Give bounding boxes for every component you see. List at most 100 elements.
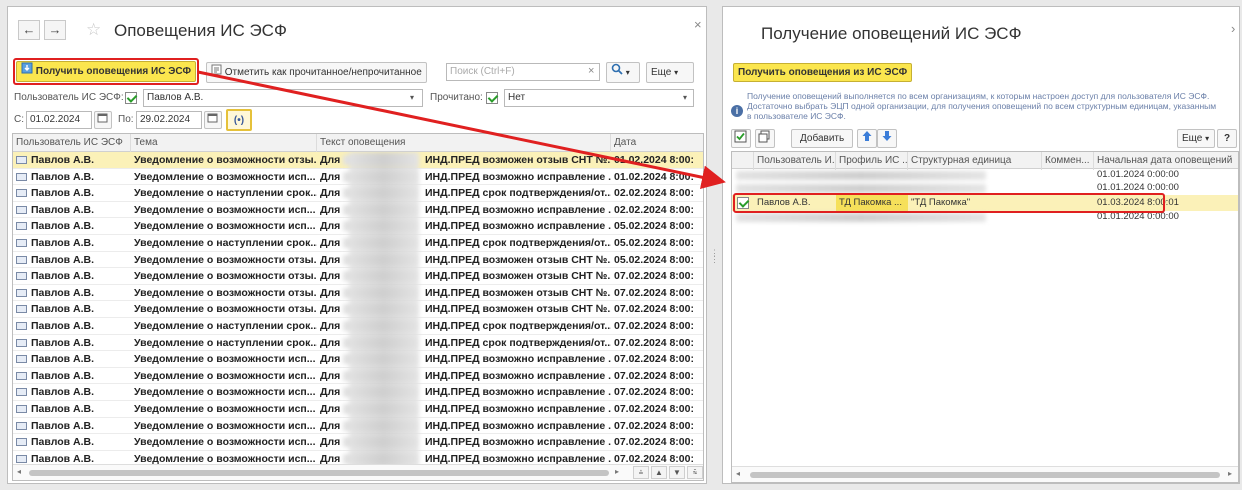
cell-text: ИНД.ПРЕД срок подтверждения/от... — [425, 320, 611, 332]
column-header-text[interactable]: Текст оповещения — [317, 134, 611, 152]
cell-topic: Уведомление о возможности отзы... — [134, 303, 317, 316]
cell-topic: Уведомление о возможности исп... — [134, 220, 316, 233]
cell-date: 07.02.2024 8:00: — [614, 452, 694, 464]
column-header-topic[interactable]: Тема — [131, 134, 317, 152]
table-row[interactable]: Павлов А.В. ТД Пакомка ... "ТД Пакомка" 01.… — [732, 195, 1238, 211]
column-header-user[interactable]: Пользователь ИС ЭСФ — [13, 134, 131, 152]
cell-user: Павлов А.В. — [757, 197, 811, 208]
panel-splitter[interactable]: ⋮ ⋮ — [710, 249, 719, 270]
date-from-calendar-button[interactable] — [94, 111, 112, 129]
left-title-bar: ← → ☆ Оповещения ИС ЭСФ × — [8, 7, 706, 53]
cell-text: ИНД.ПРЕД возможно исправление ... — [425, 353, 611, 366]
cell-user: Павлов А.В. — [31, 353, 95, 366]
cell-text: ИНД.ПРЕД возможно исправление ... — [425, 170, 611, 183]
cell-user: Павлов А.В. — [31, 369, 95, 382]
expand-icon[interactable]: › — [1231, 21, 1235, 36]
chevron-down-icon[interactable]: ▾ — [410, 89, 414, 107]
column-header-profile[interactable]: Профиль ИС ... — [836, 152, 908, 170]
column-header-start-date[interactable]: Начальная дата оповещений — [1094, 152, 1238, 170]
cell-date: 05.02.2024 8:00: — [614, 253, 694, 266]
column-header-date[interactable]: Дата — [611, 134, 703, 152]
filter-user-checkbox[interactable] — [125, 92, 137, 104]
arrow-left-icon: ← — [22, 22, 36, 37]
arrow-down-icon — [881, 131, 893, 145]
scroll-left-icon[interactable]: ◂ — [736, 469, 740, 478]
close-icon[interactable]: × — [694, 17, 702, 32]
cell-user: Павлов А.В. — [31, 154, 95, 166]
search-button[interactable]: ▾ — [606, 62, 640, 83]
cell-topic: Уведомление о возможности исп... — [134, 203, 316, 216]
scroll-up-icon[interactable]: ▲ — [651, 466, 667, 479]
cell-date: 05.02.2024 8:00: — [614, 220, 694, 233]
row-checkbox[interactable] — [737, 197, 749, 209]
envelope-icon — [16, 355, 27, 364]
envelope-icon — [16, 272, 27, 281]
cell-text: ИНД.ПРЕД возможен отзыв СНТ №... — [425, 253, 611, 266]
arrow-right-icon: → — [48, 22, 62, 37]
cell-text: ИНД.ПРЕД возможен отзыв СНТ №... — [425, 286, 611, 299]
cell-text: ИНД.ПРЕД возможно исправление ... — [425, 419, 611, 432]
scroll-down-icon[interactable]: ▼ — [669, 466, 685, 479]
date-from-field[interactable]: 01.02.2024 — [26, 111, 92, 129]
mark-read-button[interactable]: Отметить как прочитанное/непрочитанное — [206, 62, 427, 83]
scroll-top-icon[interactable]: ⩮ — [633, 466, 649, 479]
cell-user: Павлов А.В. — [31, 403, 95, 415]
cell-text: ИНД.ПРЕД срок подтверждения/от... — [425, 336, 611, 349]
filter-read-label: Прочитано: — [430, 92, 483, 103]
cell-date: 07.02.2024 8:00: — [614, 286, 694, 299]
download-icon — [21, 62, 33, 81]
copy-button[interactable] — [755, 129, 775, 148]
more-button[interactable]: Еще ▾ — [646, 62, 694, 83]
help-button[interactable]: ? — [1217, 129, 1237, 148]
filter-read-field[interactable]: Нет — [504, 89, 694, 107]
scroll-right-icon[interactable]: ▸ — [615, 467, 619, 476]
get-notifications-from-esf-button[interactable]: Получить оповещения из ИС ЭСФ — [733, 63, 913, 82]
period-button[interactable]: (•) — [226, 109, 252, 131]
add-button[interactable]: Добавить — [791, 129, 854, 148]
search-clear-icon[interactable]: × — [588, 65, 594, 77]
blurred-text — [736, 213, 986, 222]
move-up-button[interactable] — [857, 129, 877, 148]
search-input[interactable]: Поиск (Ctrl+F) — [446, 63, 600, 81]
move-down-button[interactable] — [877, 129, 897, 148]
cell-topic: Уведомление о наступлении срок... — [134, 187, 317, 200]
scroll-left-icon[interactable]: ◂ — [17, 467, 21, 476]
select-all-button[interactable] — [731, 129, 751, 148]
horizontal-scrollbar[interactable]: ◂ ▸ ⩮ ▲ ▼ ⩯ — [13, 464, 703, 480]
cell-text: ИНД.ПРЕД возможно исправление ... — [425, 369, 611, 382]
calendar-icon — [207, 113, 218, 126]
cell-user: Павлов А.В. — [31, 336, 95, 349]
users-horizontal-scrollbar[interactable]: ◂ ▸ — [732, 466, 1238, 482]
scrollbar-thumb[interactable] — [750, 472, 1220, 478]
table-row[interactable]: 01.01.2024 0:00:00 — [732, 211, 1238, 224]
table-row[interactable]: 01.01.2024 0:00:00 — [732, 169, 1238, 182]
cell-topic: Уведомление о возможности отзы... — [134, 253, 317, 266]
get-notifications-button[interactable]: Получить оповещения ИС ЭСФ — [16, 61, 197, 82]
date-to-calendar-button[interactable] — [204, 111, 222, 129]
cell-date: 07.02.2024 8:00: — [614, 436, 694, 449]
scroll-right-icon[interactable]: ▸ — [1228, 469, 1232, 478]
cell-date: 07.02.2024 8:00: — [614, 403, 694, 415]
column-header-comment[interactable]: Коммен... — [1042, 152, 1094, 170]
cell-text: ИНД.ПРЕД возможен отзыв СНТ №... — [425, 270, 611, 283]
scrollbar-thumb[interactable] — [29, 470, 609, 476]
back-button[interactable]: ← — [18, 20, 40, 40]
cell-user: Павлов А.В. — [31, 220, 95, 233]
right-more-button[interactable]: Еще ▾ — [1177, 129, 1215, 148]
table-row[interactable]: 01.01.2024 0:00:00 — [732, 182, 1238, 195]
cell-topic: Уведомление о возможности отзы... — [134, 270, 317, 283]
scroll-bottom-icon[interactable]: ⩯ — [687, 466, 703, 479]
cell-topic: Уведомление о возможности отзы... — [134, 286, 317, 299]
forward-button[interactable]: → — [44, 20, 66, 40]
date-to-field[interactable]: 29.02.2024 — [136, 111, 202, 129]
cell-date: 07.02.2024 8:00: — [614, 320, 694, 332]
favorite-star-icon[interactable]: ☆ — [86, 20, 101, 40]
column-header-user[interactable]: Пользователь И... — [754, 152, 836, 170]
filter-user-field[interactable]: Павлов А.В. — [143, 89, 423, 107]
envelope-icon — [16, 454, 27, 463]
chevron-down-icon[interactable]: ▾ — [683, 89, 687, 107]
cell-text: ИНД.ПРЕД срок подтверждения/от... — [425, 187, 611, 200]
column-header-unit[interactable]: Структурная единица — [908, 152, 1042, 170]
cell-date: 01.02.2024 8:00: — [614, 154, 694, 166]
filter-read-checkbox[interactable] — [486, 92, 498, 104]
